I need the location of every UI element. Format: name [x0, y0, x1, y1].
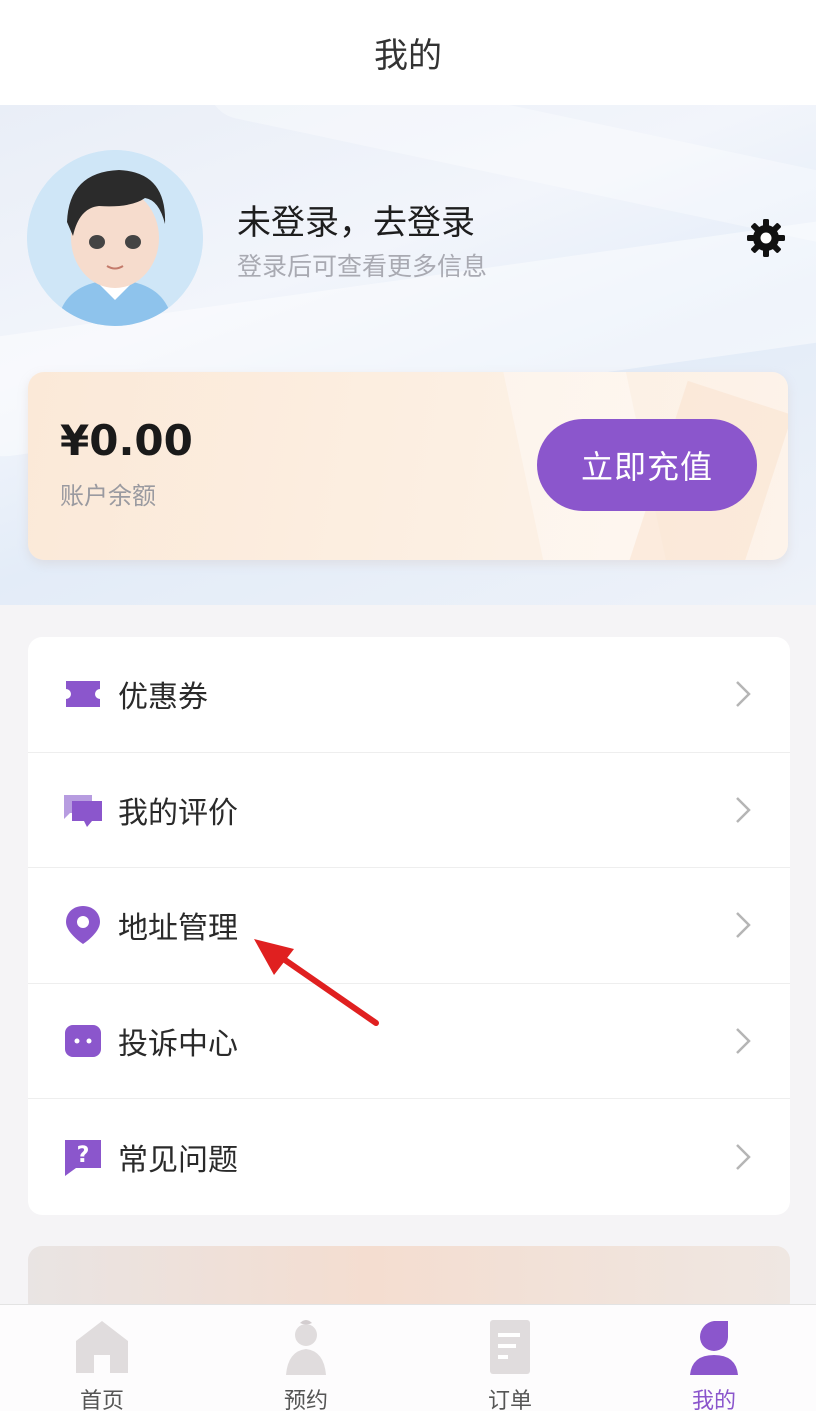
menu-item-coupons[interactable]: 优惠券	[28, 637, 790, 753]
menu-list: 优惠券 我的评价 地址管理 投诉中心 ? 常见问题	[28, 637, 790, 1215]
avatar-illustration	[27, 150, 203, 326]
recharge-button[interactable]: 立即充值	[537, 419, 757, 511]
menu-item-faq[interactable]: ? 常见问题	[28, 1099, 790, 1215]
chevron-right-icon	[736, 912, 751, 939]
tab-label: 首页	[79, 1389, 124, 1411]
chevron-right-icon	[736, 1144, 751, 1171]
location-pin-icon	[62, 904, 104, 946]
menu-item-label: 优惠券	[118, 680, 208, 716]
chevron-right-icon	[736, 797, 751, 823]
tab-reservation[interactable]: 预约	[204, 1305, 408, 1411]
question-icon: ?	[62, 1136, 104, 1178]
menu-item-label: 我的评价	[118, 795, 238, 831]
page-title: 我的	[374, 36, 442, 76]
avatar[interactable]	[27, 150, 203, 326]
menu-item-address[interactable]: 地址管理	[28, 868, 790, 984]
title-bar: 我的	[0, 0, 816, 105]
complaint-icon	[62, 1020, 104, 1062]
tab-orders[interactable]: 订单	[408, 1305, 612, 1411]
menu-item-label: 地址管理	[118, 911, 238, 947]
tab-label: 我的	[691, 1389, 736, 1411]
tab-label: 预约	[283, 1389, 328, 1411]
login-subtitle: 登录后可查看更多信息	[237, 252, 488, 281]
bottom-tab-bar: 首页 预约 订单 我的	[0, 1304, 816, 1411]
login-prompt[interactable]: 未登录，去登录	[237, 195, 475, 244]
tab-label: 订单	[487, 1389, 532, 1411]
chevron-right-icon	[736, 1028, 751, 1054]
coupon-icon	[62, 673, 104, 715]
profile-icon	[684, 1317, 744, 1377]
balance-card: ¥0.00 账户余额 立即充值	[28, 372, 788, 560]
menu-item-label: 常见问题	[118, 1143, 238, 1179]
tab-profile[interactable]: 我的	[612, 1305, 816, 1411]
svg-text:?: ?	[77, 1143, 90, 1168]
balance-amount: ¥0.00	[60, 416, 193, 465]
settings-gear-icon[interactable]	[745, 217, 787, 259]
home-icon	[72, 1317, 132, 1377]
menu-item-complaints[interactable]: 投诉中心	[28, 984, 790, 1100]
chevron-right-icon	[736, 681, 751, 708]
chat-bubbles-icon	[62, 789, 104, 831]
order-icon	[480, 1317, 540, 1377]
reservation-icon	[276, 1317, 336, 1377]
menu-item-label: 投诉中心	[118, 1027, 238, 1063]
balance-label: 账户余额	[60, 482, 156, 510]
menu-item-reviews[interactable]: 我的评价	[28, 753, 790, 869]
tab-home[interactable]: 首页	[0, 1305, 204, 1411]
